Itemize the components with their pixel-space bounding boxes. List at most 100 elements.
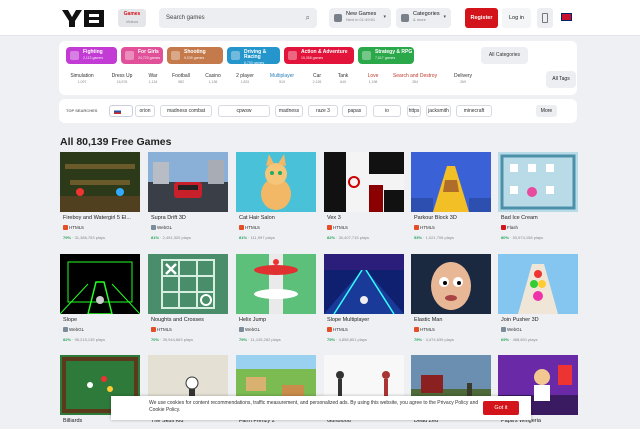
tag-label: Tank xyxy=(337,73,349,79)
game-card[interactable]: Bad Ice Cream Flash 80% · 53,974,158 plays xyxy=(498,152,578,245)
game-thumbnail[interactable] xyxy=(498,152,578,212)
game-thumbnail[interactable] xyxy=(236,254,316,314)
game-stats: 80% · 53,974,158 plays xyxy=(501,235,544,240)
tag-8[interactable]: Tank 640 xyxy=(331,71,355,88)
tag-5[interactable]: 2 player 1,831 xyxy=(231,71,259,88)
game-card[interactable]: Parkour Block 3D HTML5 53% · 1,021,706 pla… xyxy=(411,152,491,245)
game-thumbnail[interactable] xyxy=(148,254,228,314)
game-title[interactable]: Slope xyxy=(63,317,77,323)
tag-count: 2,126 xyxy=(312,80,322,84)
games-tab[interactable]: Games Videos xyxy=(118,9,146,27)
game-title[interactable]: Bad Ice Cream xyxy=(501,215,538,221)
tag-3[interactable]: Football 582 xyxy=(167,71,195,88)
tag-4[interactable]: Casino 1,136 xyxy=(200,71,226,88)
videos-tab-label[interactable]: Videos xyxy=(126,19,138,24)
game-thumbnail[interactable] xyxy=(324,254,404,314)
more-searches-button[interactable]: More xyxy=(536,105,557,117)
game-title[interactable]: Join Pusher 3D xyxy=(501,317,539,323)
search-chip-8[interactable]: jacksmith xyxy=(426,105,451,117)
category-4[interactable]: Action & Adventure 15,058 games xyxy=(284,47,354,64)
all-tags-button[interactable]: All Tags xyxy=(546,71,576,88)
game-title[interactable]: Parkour Block 3D xyxy=(414,215,457,221)
game-title[interactable]: Elastic Man xyxy=(414,317,442,323)
category-5[interactable]: Strategy & RPG 7,617 games xyxy=(358,47,414,64)
search-icon[interactable]: ⌕ xyxy=(306,13,310,23)
category-2[interactable]: Shooting 9,039 games xyxy=(167,47,223,64)
game-title[interactable]: Supra Drift 3D xyxy=(151,215,186,221)
tech-label: HTML5 xyxy=(333,327,348,332)
game-card[interactable]: Noughts and Crosses HTML5 70% · 39,944,663… xyxy=(148,254,228,347)
game-thumbnail[interactable] xyxy=(411,254,491,314)
search-input[interactable]: Search games ⌕ xyxy=(159,8,317,28)
search-chip-5[interactable]: papas xyxy=(342,105,367,117)
tag-0[interactable]: Simulation 1,097 xyxy=(65,71,99,88)
search-chip-2[interactable]: cpwsw xyxy=(218,105,270,117)
game-thumbnail[interactable] xyxy=(236,152,316,212)
game-thumbnail[interactable] xyxy=(60,254,140,314)
game-thumbnail[interactable] xyxy=(148,152,228,212)
category-icon xyxy=(125,51,134,60)
tag-7[interactable]: Car 2,126 xyxy=(308,71,326,88)
language-flag-icon[interactable] xyxy=(561,13,572,21)
game-thumbnail[interactable] xyxy=(411,152,491,212)
category-1[interactable]: For Girls 24,723 games xyxy=(121,47,163,64)
tag-1[interactable]: Dress Up 16,576 xyxy=(107,71,137,88)
region-flag-selector[interactable] xyxy=(109,105,133,117)
game-title[interactable]: Noughts and Crosses xyxy=(151,317,204,323)
game-thumbnail[interactable] xyxy=(324,152,404,212)
tag-6[interactable]: Multiplayer 519 xyxy=(263,71,301,88)
mobile-app-button[interactable] xyxy=(537,8,553,28)
game-card[interactable]: Join Pusher 3D WebGL 69% · 458,801 plays xyxy=(498,254,578,347)
category-3[interactable]: Driving & Racing 6,703 games xyxy=(227,47,280,65)
game-plays: 30,407,715 plays xyxy=(338,235,370,240)
search-chip-4[interactable]: raze 3 xyxy=(308,105,338,117)
game-rating: 79% xyxy=(239,337,248,342)
search-chip-1[interactable]: madness combat xyxy=(160,105,212,117)
tech-icon xyxy=(327,327,332,332)
game-title[interactable]: Fireboy and Watergirl 5 El... xyxy=(63,215,131,221)
game-card[interactable]: Helix Jump WebGL 79% · 11,126,282 plays xyxy=(236,254,316,347)
tag-11[interactable]: Delivery 269 xyxy=(449,71,477,88)
login-button[interactable]: Log in xyxy=(502,8,531,28)
y8-logo[interactable] xyxy=(60,7,106,29)
search-chip-3[interactable]: madness xyxy=(275,105,303,117)
search-chip-9[interactable]: minecraft xyxy=(456,105,492,117)
search-chip-0[interactable]: orion xyxy=(135,105,155,117)
game-card[interactable]: Fireboy and Watergirl 5 El... HTML5 79% · … xyxy=(60,152,140,245)
game-title[interactable]: Helix Jump xyxy=(239,317,266,323)
game-card[interactable]: Slope WebGL 82% · 95,215,135 plays xyxy=(60,254,140,347)
tag-10[interactable]: Search and Destroy 284 xyxy=(387,71,443,88)
game-title[interactable]: Slope Multiplayer xyxy=(327,317,369,323)
tech-icon xyxy=(151,225,156,230)
game-card[interactable]: Slope Multiplayer HTML5 75% · 4,858,801 pl… xyxy=(324,254,404,347)
search-chip-6[interactable]: io xyxy=(373,105,401,117)
category-icon xyxy=(70,51,79,60)
search-placeholder: Search games xyxy=(166,15,205,21)
register-button[interactable]: Register xyxy=(465,8,498,28)
got-it-button[interactable]: Got it xyxy=(483,401,519,415)
game-title[interactable]: Vex 3 xyxy=(327,215,341,221)
category-0[interactable]: Fighting 2,113 games xyxy=(66,47,117,64)
all-categories-button[interactable]: All Categories xyxy=(481,47,528,64)
categories-dropdown[interactable]: Categories & more ▾ xyxy=(396,8,451,28)
game-thumbnail[interactable] xyxy=(498,254,578,314)
game-plays: 53,974,158 plays xyxy=(512,235,544,240)
clock-icon xyxy=(334,14,342,22)
new-games-dropdown[interactable]: New Games Next in 01:49:51 ▾ xyxy=(329,8,391,28)
game-thumbnail[interactable] xyxy=(60,152,140,212)
search-chip-7[interactable]: https xyxy=(407,105,421,117)
game-title[interactable]: Cat Hair Salon xyxy=(239,215,275,221)
tag-2[interactable]: War 1,134 xyxy=(143,71,163,88)
page-title: All 80,139 Free Games xyxy=(60,136,172,148)
game-card[interactable]: Cat Hair Salon HTML5 81% · 111,997 plays xyxy=(236,152,316,245)
game-card[interactable]: Supra Drift 3D WebGL 81% · 2,491,320 plays xyxy=(148,152,228,245)
tag-9[interactable]: Love 1,198 xyxy=(361,71,385,88)
game-rating: 69% xyxy=(501,337,510,342)
tech-icon xyxy=(63,327,68,332)
game-card[interactable]: Elastic Man HTML5 79% · 4,474,639 plays xyxy=(411,254,491,347)
category-count: 7,617 games xyxy=(375,56,396,60)
game-title[interactable]: Billiards xyxy=(63,418,82,424)
tag-label: War xyxy=(148,73,158,79)
game-tech: HTML5 xyxy=(151,327,172,332)
game-card[interactable]: Vex 3 HTML5 82% · 30,407,715 plays xyxy=(324,152,404,245)
